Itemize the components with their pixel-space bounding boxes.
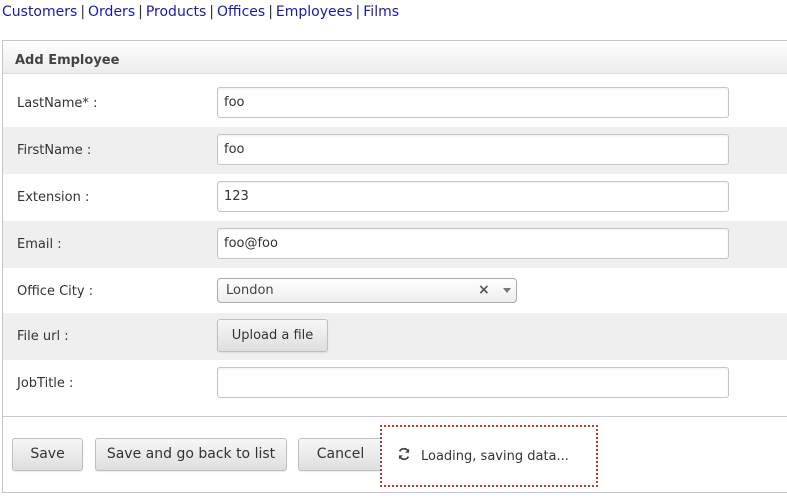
nav-link-customers[interactable]: Customers xyxy=(2,4,77,20)
nav-separator: | xyxy=(80,4,86,20)
cancel-button[interactable]: Cancel xyxy=(298,438,383,471)
office-city-select[interactable]: London × xyxy=(217,278,517,303)
form-divider xyxy=(3,416,787,417)
nav-link-offices[interactable]: Offices xyxy=(217,4,265,20)
jobtitle-input[interactable] xyxy=(217,367,729,398)
loading-text: Loading, saving data... xyxy=(421,449,569,464)
upload-file-button[interactable]: Upload a file xyxy=(217,319,328,352)
nav-separator: | xyxy=(209,4,215,20)
form-row-extension: Extension : xyxy=(3,174,787,221)
extension-input[interactable] xyxy=(217,181,729,212)
form-row-lastname: LastName* : xyxy=(3,80,787,127)
chevron-down-icon[interactable] xyxy=(503,288,511,293)
form-header: Add Employee xyxy=(3,41,787,74)
refresh-icon xyxy=(397,446,411,465)
loading-indicator: Loading, saving data... xyxy=(380,425,598,487)
nav-link-orders[interactable]: Orders xyxy=(88,4,135,20)
form-row-firstname: FirstName : xyxy=(3,127,787,174)
extension-label: Extension : xyxy=(17,190,90,205)
save-and-back-button[interactable]: Save and go back to list xyxy=(95,438,287,471)
clear-selection-icon[interactable]: × xyxy=(478,279,490,302)
refresh-icon-graphic xyxy=(398,447,410,461)
lastname-input[interactable] xyxy=(217,87,729,118)
form-title: Add Employee xyxy=(15,53,120,68)
jobtitle-label: JobTitle : xyxy=(17,376,74,391)
nav-separator: | xyxy=(355,4,361,20)
form-row-file-url: File url : Upload a file xyxy=(3,313,787,360)
form-row-jobtitle: JobTitle : xyxy=(3,360,787,407)
nav-link-products[interactable]: Products xyxy=(146,4,206,20)
office-city-label: Office City : xyxy=(17,284,94,299)
top-navigation: Customers | Orders | Products | Offices | Employ… xyxy=(2,4,399,22)
firstname-label: FirstName : xyxy=(17,143,92,158)
office-city-selected-value: London xyxy=(226,283,274,298)
add-employee-form: Add Employee LastName* : FirstName : Ext… xyxy=(2,40,787,493)
save-button[interactable]: Save xyxy=(12,438,83,471)
email-label: Email : xyxy=(17,237,62,252)
form-row-email: Email : xyxy=(3,221,787,268)
nav-separator: | xyxy=(268,4,273,20)
email-input[interactable] xyxy=(217,228,729,259)
file-url-label: File url : xyxy=(17,329,69,344)
lastname-label: LastName* : xyxy=(17,96,98,111)
nav-separator: | xyxy=(138,4,143,20)
nav-link-employees[interactable]: Employees xyxy=(276,4,353,20)
firstname-input[interactable] xyxy=(217,134,729,165)
form-row-office-city: Office City : London × xyxy=(3,268,787,315)
nav-link-films[interactable]: Films xyxy=(363,4,399,20)
